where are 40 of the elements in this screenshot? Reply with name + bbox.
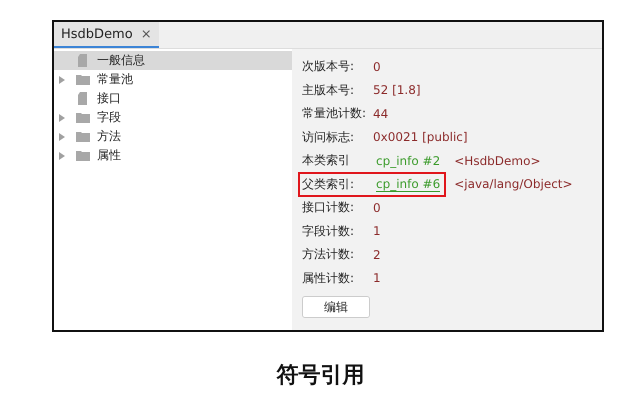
field-value: 1 [373, 271, 381, 286]
field-label: 父类索引: [302, 176, 356, 193]
field-label: 次版本号: [302, 58, 356, 76]
class-name: <java/lang/Object> [454, 177, 573, 192]
tree-item[interactable]: 字段 [54, 108, 292, 127]
caption: 符号引用 [276, 362, 366, 390]
document-tab[interactable]: HsdbDemo × [54, 22, 159, 48]
field-label: 接口计数: [302, 199, 356, 216]
field-value: 0 [373, 200, 381, 215]
field-label: 属性计数: [302, 270, 356, 287]
file-icon [76, 54, 90, 67]
field-label: 主版本号: [302, 82, 356, 99]
class-name: <HsdbDemo> [454, 154, 541, 168]
field-label: 方法计数: [302, 246, 356, 264]
tree-item[interactable]: 属性 [54, 146, 292, 165]
folder-icon [76, 131, 90, 142]
field-value: 1 [373, 224, 381, 238]
edit-button[interactable]: 编辑 [302, 296, 370, 318]
tree-item[interactable]: 方法 [54, 127, 292, 146]
expand-arrow-icon[interactable] [58, 132, 66, 142]
tree-item[interactable]: 接口 [54, 89, 292, 108]
folder-icon [76, 112, 90, 123]
expand-arrow-icon[interactable] [58, 150, 66, 160]
field-label: 字段计数: [302, 222, 356, 240]
field-value: 0x0021 [public] [373, 130, 468, 144]
field-label: 常量池计数: [302, 105, 368, 122]
expand-arrow-icon[interactable] [58, 74, 66, 84]
folder-icon [76, 150, 90, 161]
tree-item[interactable]: 常量池 [54, 70, 292, 89]
expand-arrow-icon[interactable] [58, 112, 66, 122]
folder-icon [76, 74, 90, 85]
field-value: 44 [373, 106, 388, 121]
close-icon[interactable]: × [140, 26, 152, 42]
file-icon [76, 92, 90, 105]
field-label: 访问标志: [302, 128, 356, 146]
field-value: 0 [373, 60, 381, 74]
tree-item[interactable]: 一般信息 [54, 51, 292, 70]
field-value: 52 [1.8] [373, 83, 421, 98]
field-value: 2 [373, 248, 381, 262]
field-label: 本类索引 [302, 152, 351, 170]
